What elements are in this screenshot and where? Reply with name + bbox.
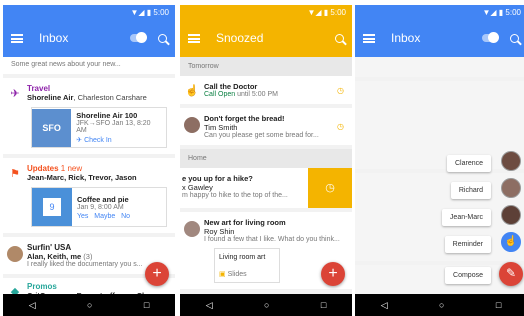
snooze-swipe-icon[interactable]: ◷: [308, 168, 352, 208]
pencil-icon[interactable]: ✎: [499, 262, 523, 286]
item-subject: Surfin' USA: [27, 243, 72, 252]
app-title: Inbox: [39, 31, 69, 45]
calendar-icon: 9: [32, 188, 72, 226]
list-item[interactable]: Some great news about your new...: [3, 57, 175, 74]
app-bar: Inbox: [355, 19, 524, 57]
bundle-label: Promos: [27, 282, 57, 291]
event-name: Coffee and pie: [77, 194, 129, 204]
contact-avatar[interactable]: [501, 205, 521, 225]
check-in-button[interactable]: ✈ Check In: [76, 136, 161, 144]
contact-avatar[interactable]: [501, 151, 521, 171]
swiping-list-item[interactable]: e you up for a hike? x Gawley m happy to…: [180, 168, 352, 208]
reminder-icon[interactable]: ☝: [501, 232, 521, 252]
recents-icon[interactable]: □: [321, 300, 326, 310]
bundle-senders: Shoreline Air: [27, 93, 74, 102]
menu-icon[interactable]: [363, 33, 375, 43]
inbox-screen: ▼◢ ▮ 5:00 Inbox Some great news about yo…: [3, 5, 175, 316]
section-header: Tomorrow: [180, 57, 352, 76]
new-badge: 1 new: [60, 164, 83, 173]
nav-bar: ◁ ○ □: [3, 294, 175, 316]
status-bar: ▼◢ ▮ 5:00: [180, 5, 352, 19]
open-action[interactable]: Open: [218, 91, 235, 98]
flight-card[interactable]: SFO Shoreline Air 100 JFK→SFO Jan 13, 8:…: [31, 107, 167, 148]
flag-icon: ⚑: [10, 167, 20, 180]
avatar: [184, 221, 200, 237]
flight-image: SFO: [32, 108, 72, 147]
search-icon[interactable]: [510, 33, 519, 43]
back-icon[interactable]: ◁: [381, 300, 388, 311]
item-snippet: Can you please get some bread for...: [204, 132, 319, 139]
rsvp-yes[interactable]: Yes: [77, 213, 88, 220]
item-subject: New art for living room: [204, 218, 286, 227]
section-header: Home: [180, 149, 352, 168]
travel-bundle[interactable]: ✈ Travel Shoreline Air, Charleston Carsh…: [3, 78, 175, 154]
attachment-card[interactable]: Living room art ▣ Slides: [214, 248, 280, 283]
updates-bundle[interactable]: ⚑ Updates 1 new Jean-Marc, Rick, Trevor,…: [3, 158, 175, 233]
fab-contact-jean-marc[interactable]: Jean-Marc: [441, 209, 491, 226]
inbox-fab-menu-screen: ▼◢ ▮ 5:00 Inbox Clarence Richard Jean-Ma…: [355, 5, 524, 316]
list-item[interactable]: Don't forget the bread! Tim Smith Can yo…: [180, 108, 352, 145]
call-action[interactable]: Call: [204, 91, 216, 98]
slides-icon: ▣: [219, 271, 226, 278]
attachment-title: Living room art: [219, 254, 266, 261]
snooze-clock-icon: ◷: [337, 85, 344, 95]
contact-avatar[interactable]: [501, 178, 521, 198]
item-snippet: I found a few that I like. What do you t…: [204, 236, 340, 243]
reminder-icon: ☝: [185, 84, 199, 97]
rsvp-no[interactable]: No: [121, 213, 130, 220]
item-snippet: I really liked the documentary you s...: [27, 261, 143, 268]
item-snippet: Some great news about your new...: [11, 61, 121, 68]
pin-toggle[interactable]: [130, 32, 147, 43]
avatar: [7, 246, 23, 262]
nav-bar: ◁ ○ □: [180, 294, 352, 316]
app-title: Inbox: [391, 31, 421, 45]
app-title: Snoozed: [216, 31, 264, 45]
avatar: [184, 117, 200, 133]
home-icon[interactable]: ○: [87, 300, 92, 310]
app-bar: Snoozed: [180, 19, 352, 57]
event-card[interactable]: 9 Coffee and pie Jan 9, 8:00 AM Yes Mayb…: [31, 187, 167, 227]
status-bar: ▼◢ ▮ 5:00: [3, 5, 175, 19]
snooze-clock-icon: ◷: [337, 122, 344, 131]
search-icon[interactable]: [335, 33, 344, 43]
fab-contact-clarence[interactable]: Clarence: [446, 155, 491, 172]
home-icon[interactable]: ○: [439, 300, 444, 310]
plane-icon: ✈: [10, 87, 20, 100]
home-icon[interactable]: ○: [264, 300, 269, 310]
recents-icon[interactable]: □: [496, 300, 501, 310]
menu-icon[interactable]: [188, 33, 200, 43]
compose-fab[interactable]: +: [145, 262, 169, 286]
fab-contact-richard[interactable]: Richard: [450, 182, 491, 199]
item-subject: Don't forget the bread!: [204, 114, 285, 123]
dimmed-list: [355, 57, 524, 305]
search-icon[interactable]: [158, 33, 167, 43]
rsvp-maybe[interactable]: Maybe: [94, 213, 115, 220]
app-bar: Inbox: [3, 19, 175, 57]
compose-fab[interactable]: +: [321, 262, 345, 286]
nav-bar: ◁ ○ □: [355, 294, 524, 316]
flight-name: Shoreline Air 100: [76, 111, 138, 120]
item-subject: Call the Doctor: [204, 82, 258, 91]
menu-icon[interactable]: [11, 33, 23, 43]
pin-toggle[interactable]: [482, 32, 499, 43]
event-date: Jan 9, 8:00 AM: [77, 203, 124, 211]
snoozed-screen: ▼◢ ▮ 5:00 Snoozed Tomorrow ☝ Call the Do…: [180, 5, 352, 316]
back-icon[interactable]: ◁: [29, 300, 36, 311]
list-item[interactable]: ☝ Call the Doctor Call Open until 5:00 P…: [180, 76, 352, 104]
bundle-label: Updates: [27, 164, 59, 173]
fab-compose[interactable]: Compose: [445, 267, 491, 284]
recents-icon[interactable]: □: [144, 300, 149, 310]
back-icon[interactable]: ◁: [206, 300, 213, 311]
status-bar: ▼◢ ▮ 5:00: [355, 5, 524, 19]
bundle-label: Travel: [27, 84, 51, 93]
fab-reminder[interactable]: Reminder: [444, 236, 491, 253]
bundle-senders: Jean-Marc, Rick, Trevor, Jason: [27, 173, 137, 182]
